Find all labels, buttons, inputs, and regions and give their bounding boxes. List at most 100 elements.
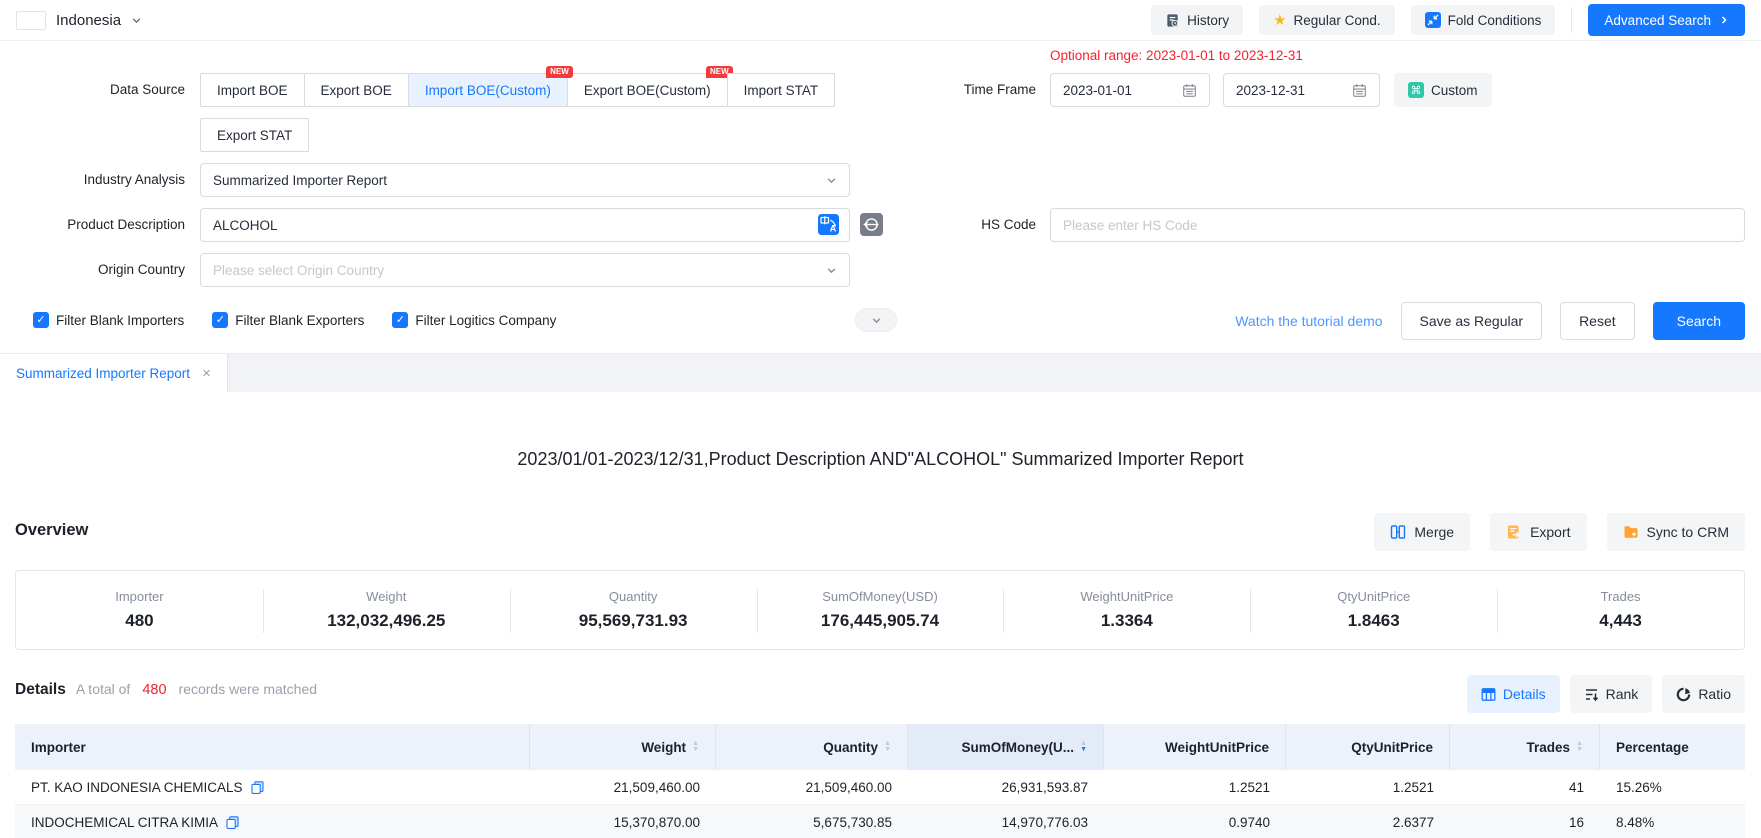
country-name: Indonesia — [56, 12, 121, 29]
command-icon: ⌘ — [1408, 82, 1424, 98]
data-source-tab-import-stat[interactable]: Import STAT — [727, 73, 836, 107]
sort-icon: ▲▼ — [1576, 741, 1583, 753]
topbar-actions: History ★ Regular Cond. Fold Conditions … — [1151, 4, 1745, 36]
history-button[interactable]: History — [1151, 5, 1243, 35]
table-cell-qtyunitprice: 2.6377 — [1286, 805, 1450, 838]
advanced-search-button[interactable]: Advanced Search — [1588, 4, 1745, 36]
data-source-tab-import-boe-custom[interactable]: Import BOE(Custom)NEW — [408, 73, 568, 107]
column-label: WeightUnitPrice — [1165, 740, 1269, 755]
view-ratio-button[interactable]: Ratio — [1662, 675, 1745, 713]
cell-value: 1.2521 — [1393, 780, 1434, 795]
column-header-weight[interactable]: Weight ▲▼ — [530, 724, 716, 770]
data-source-tab-import-boe[interactable]: Import BOE — [200, 73, 305, 107]
country-selector[interactable]: Indonesia — [16, 11, 142, 30]
chevron-down-icon — [131, 15, 142, 26]
cell-value: 1.2521 — [1229, 780, 1270, 795]
importer-name: PT. KAO INDONESIA CHEMICALS — [31, 780, 243, 795]
collapse-form-button[interactable] — [855, 308, 897, 332]
stat-label: SumOfMoney(USD) — [822, 589, 938, 604]
copy-icon[interactable] — [226, 816, 239, 829]
regular-cond-button[interactable]: ★ Regular Cond. — [1259, 5, 1395, 35]
translate-icon[interactable]: A — [818, 214, 839, 235]
divider — [1571, 7, 1572, 33]
table-cell-sumofmoney-u: 26,931,593.87 — [908, 770, 1104, 804]
checkbox-filter-logitics-company[interactable]: ✓ Filter Logitics Company — [392, 312, 556, 328]
date-from-input[interactable]: 2023-01-01 — [1050, 73, 1210, 107]
table-body: PT. KAO INDONESIA CHEMICALS 21,509,460.00… — [15, 770, 1745, 838]
copy-icon[interactable] — [251, 781, 264, 794]
cell-value: 2.6377 — [1393, 815, 1434, 830]
view-switcher: Details Rank Ratio — [1467, 675, 1745, 713]
fold-conditions-label: Fold Conditions — [1448, 13, 1542, 28]
origin-country-select[interactable]: Please select Origin Country — [200, 253, 850, 287]
checkbox-box[interactable]: ✓ — [212, 312, 228, 328]
advanced-search-label: Advanced Search — [1604, 13, 1711, 28]
tutorial-link[interactable]: Watch the tutorial demo — [1235, 313, 1382, 329]
reset-button[interactable]: Reset — [1560, 302, 1635, 340]
stat-value: 480 — [125, 611, 153, 631]
sort-icon: ▲▼ — [692, 741, 699, 753]
report-title: 2023/01/01-2023/12/31,Product Descriptio… — [0, 449, 1761, 470]
cell-value: 0.9740 — [1229, 815, 1270, 830]
column-label: Weight — [641, 740, 686, 755]
tab-label: Summarized Importer Report — [16, 366, 190, 381]
time-frame-label: Time Frame — [876, 73, 1036, 107]
table-cell-weightunitprice: 1.2521 — [1104, 770, 1286, 804]
export-button[interactable]: Export — [1490, 513, 1586, 551]
checkbox-box[interactable]: ✓ — [392, 312, 408, 328]
date-to-value: 2023-12-31 — [1236, 83, 1305, 98]
data-source-label: Data Source — [0, 73, 185, 107]
column-header-sumofmoney-u[interactable]: SumOfMoney(U...▲▼ — [908, 724, 1104, 770]
table-row: PT. KAO INDONESIA CHEMICALS 21,509,460.00… — [15, 770, 1745, 805]
table-cell-importer: INDOCHEMICAL CITRA KIMIA — [15, 805, 530, 838]
svg-text:⌘: ⌘ — [1411, 85, 1422, 97]
custom-label: Custom — [1431, 83, 1478, 98]
table-cell-weight: 21,509,460.00 — [530, 770, 716, 804]
view-rank-button[interactable]: Rank — [1570, 675, 1653, 713]
stat-label: QtyUnitPrice — [1337, 589, 1410, 604]
search-button[interactable]: Search — [1653, 302, 1745, 340]
tab-label: Import STAT — [744, 83, 819, 98]
total-prefix: A total of — [76, 681, 130, 697]
column-label: Importer — [31, 740, 86, 755]
stat-value: 176,445,905.74 — [821, 611, 939, 631]
data-source-tab-export-boe-custom[interactable]: Export BOE(Custom)NEW — [567, 73, 728, 107]
importer-name: INDOCHEMICAL CITRA KIMIA — [31, 815, 218, 830]
tab-label: Export BOE(Custom) — [584, 83, 711, 98]
product-description-input[interactable] — [200, 208, 850, 242]
fold-conditions-button[interactable]: Fold Conditions — [1411, 5, 1556, 35]
checkbox-filter-blank-importers[interactable]: ✓Filter Blank Importers — [33, 312, 184, 328]
checkbox-filter-blank-exporters[interactable]: ✓Filter Blank Exporters — [212, 312, 364, 328]
merge-button[interactable]: Merge — [1374, 513, 1470, 551]
custom-date-button[interactable]: ⌘ Custom — [1394, 73, 1492, 107]
stat-sumofmoney-usd: SumOfMoney(USD) 176,445,905.74 — [757, 571, 1004, 649]
indonesia-flag-icon — [16, 11, 46, 30]
close-icon[interactable]: × — [202, 366, 211, 381]
checkbox-box[interactable]: ✓ — [33, 312, 49, 328]
hs-code-label: HS Code — [876, 208, 1036, 242]
column-header-trades[interactable]: Trades▲▼ — [1450, 724, 1600, 770]
details-table: ImporterWeight▲▼Quantity▲▼SumOfMoney(U..… — [15, 724, 1745, 838]
view-details-button[interactable]: Details — [1467, 675, 1560, 713]
industry-analysis-select[interactable]: Summarized Importer Report — [200, 163, 850, 197]
tab-summarized-importer-report[interactable]: Summarized Importer Report × — [0, 354, 228, 392]
save-as-regular-button[interactable]: Save as Regular — [1401, 302, 1543, 340]
column-header-quantity[interactable]: Quantity▲▼ — [716, 724, 908, 770]
column-header-qtyunitprice: QtyUnitPrice — [1286, 724, 1450, 770]
hs-code-input[interactable] — [1050, 208, 1745, 242]
sync-to-crm-label: Sync to CRM — [1647, 524, 1729, 540]
date-from-value: 2023-01-01 — [1063, 83, 1132, 98]
checkbox-label: Filter Logitics Company — [415, 313, 556, 328]
calendar-icon — [1182, 83, 1197, 98]
sync-to-crm-button[interactable]: Sync to CRM — [1607, 513, 1745, 551]
column-label: Percentage — [1616, 740, 1689, 755]
date-to-input[interactable]: 2023-12-31 — [1223, 73, 1380, 107]
table-cell-qtyunitprice: 1.2521 — [1286, 770, 1450, 804]
tab-label: Export BOE — [321, 83, 392, 98]
sort-icon: ▲▼ — [884, 741, 891, 753]
origin-country-placeholder: Please select Origin Country — [213, 263, 384, 278]
table-cell-trades: 16 — [1450, 805, 1600, 838]
table-cell-trades: 41 — [1450, 770, 1600, 804]
data-source-tab-export-stat[interactable]: Export STAT — [200, 118, 309, 152]
data-source-tab-export-boe[interactable]: Export BOE — [304, 73, 409, 107]
